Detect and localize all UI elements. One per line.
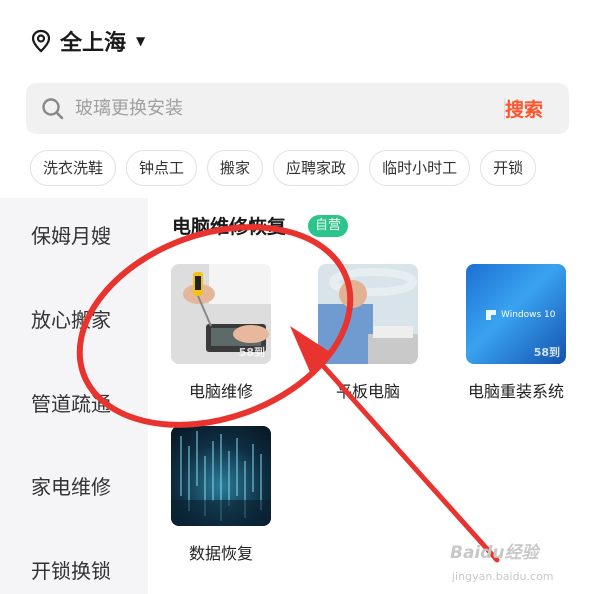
search-input[interactable]	[73, 97, 457, 120]
location-label: 全上海	[60, 31, 127, 56]
service-tile[interactable]: 数据恢复	[156, 426, 286, 564]
sidebar-item[interactable]: 放心搬家	[31, 304, 111, 333]
sidebar-item[interactable]: 家电维修	[31, 471, 111, 500]
tag-chip[interactable]: 应聘家政	[273, 150, 360, 186]
windows-text: Windows 10	[501, 310, 556, 320]
tag-chip[interactable]: 钟点工	[126, 150, 198, 186]
location-pin-icon	[31, 29, 51, 53]
windows-logo-icon	[486, 310, 496, 320]
sidebar-item[interactable]: 管道疏通	[31, 388, 111, 417]
tag-chip[interactable]: 搬家	[207, 150, 264, 186]
location-selector[interactable]: 全上海 ▼	[30, 24, 145, 58]
tile-label: 数据恢复	[188, 544, 253, 563]
category-sidebar: 保姆月嫂 放心搬家 管道疏通 家电维修 开锁换锁	[0, 198, 148, 594]
os-reinstall-thumbnail: Windows 10 58到	[466, 264, 566, 364]
tile-label: 电脑维修	[188, 382, 253, 401]
service-tile[interactable]: 平板电脑	[303, 264, 433, 402]
data-recovery-thumbnail	[171, 426, 271, 526]
tag-chip[interactable]: 洗衣洗鞋	[30, 150, 117, 186]
section-title: 电脑维修恢复	[172, 216, 287, 238]
service-tile[interactable]: 58到 电脑维修	[156, 264, 286, 402]
computer-repair-thumbnail: 58到	[171, 264, 271, 364]
thumbnail-watermark: 58到	[533, 346, 560, 359]
data-stream-icon	[171, 431, 271, 526]
category-content: 电脑维修恢复 自营 58到 电脑维修 平板电脑 Windows 10 58到 电…	[148, 198, 591, 594]
sidebar-item[interactable]: 开锁换锁	[31, 555, 111, 584]
self-operated-badge: 自营	[308, 215, 349, 237]
search-button[interactable]: 搜索	[505, 95, 543, 122]
tag-chip[interactable]: 临时小时工	[369, 150, 471, 186]
search-icon	[42, 97, 64, 119]
tablet-repair-thumbnail	[318, 264, 418, 364]
tile-label: 平板电脑	[335, 382, 400, 401]
baidu-watermark-url: jingyan.baidu.com	[452, 570, 554, 583]
thumbnail-watermark: 58到	[238, 346, 265, 359]
technician-icon	[318, 264, 418, 364]
caret-down-icon: ▼	[136, 34, 146, 48]
search-bar[interactable]: 搜索	[26, 83, 569, 134]
baidu-watermark: Baidu经验	[450, 543, 539, 563]
quick-tags: 洗衣洗鞋 钟点工 搬家 应聘家政 临时小时工 开锁	[30, 150, 537, 186]
tag-chip[interactable]: 开锁	[480, 150, 537, 186]
tile-label: 电脑重装系统	[467, 382, 564, 401]
sidebar-item[interactable]: 保姆月嫂	[31, 220, 111, 249]
service-tile[interactable]: Windows 10 58到 电脑重装系统	[451, 264, 581, 402]
